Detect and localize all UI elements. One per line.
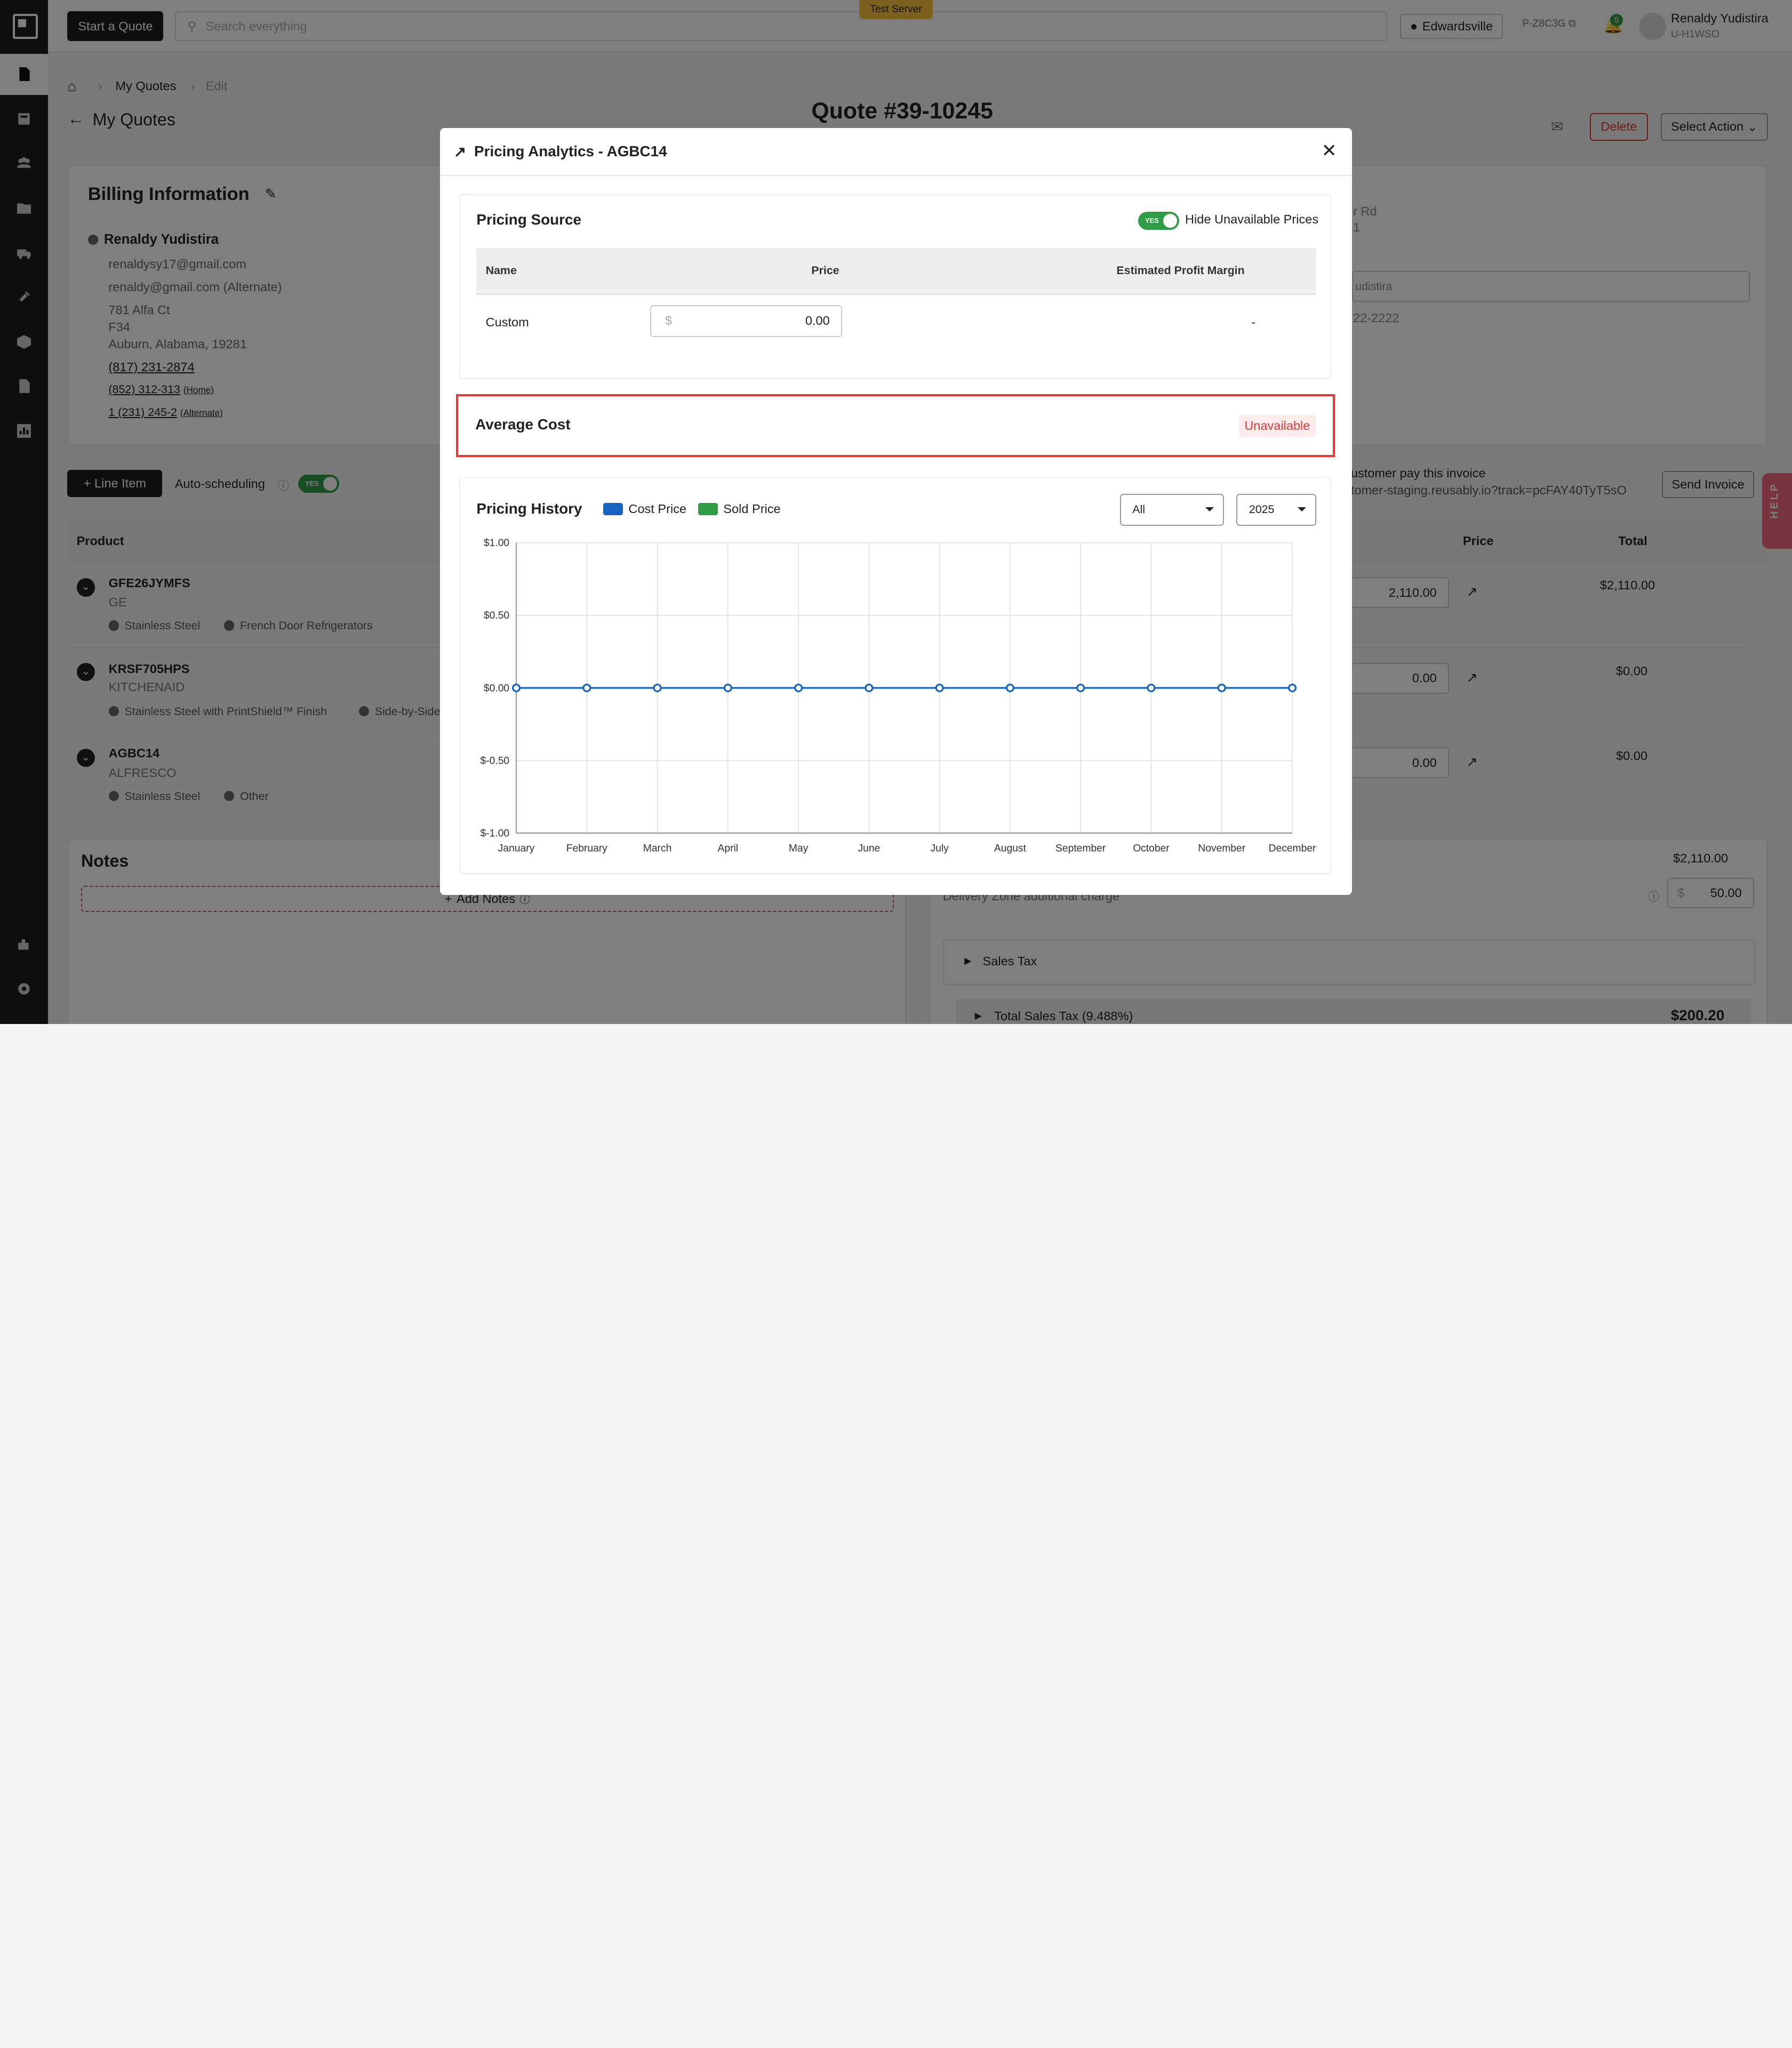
data-point bbox=[512, 683, 521, 692]
average-cost-title: Average Cost bbox=[475, 415, 571, 433]
x-tick-label: April bbox=[718, 843, 739, 854]
x-tick-label: May bbox=[789, 843, 809, 854]
legend-swatch-cost bbox=[603, 502, 623, 516]
pricing-source-section: Pricing Source YES Hide Unavailable Pric… bbox=[459, 194, 1332, 380]
unavailable-badge: Unavailable bbox=[1238, 414, 1316, 438]
source-name: Custom bbox=[485, 315, 529, 330]
x-tick-label: March bbox=[643, 843, 672, 854]
legend-cost-price: Cost Price bbox=[628, 501, 687, 516]
x-tick-label: October bbox=[1133, 843, 1170, 854]
divider bbox=[476, 293, 1317, 295]
hide-unavailable-label: Hide Unavailable Prices bbox=[1185, 212, 1319, 227]
y-tick-label: $1.00 bbox=[484, 538, 509, 549]
y-tick-label: $-0.50 bbox=[481, 755, 510, 766]
profit-margin-value: - bbox=[1251, 315, 1256, 330]
data-point bbox=[724, 683, 733, 692]
y-tick-label: $0.50 bbox=[484, 610, 509, 621]
data-point bbox=[794, 683, 803, 692]
data-point bbox=[1288, 683, 1297, 692]
legend-sold-price: Sold Price bbox=[723, 501, 781, 516]
pricing-history-section: Pricing History Cost Price Sold Price Al… bbox=[459, 476, 1332, 875]
y-tick-label: $-1.00 bbox=[481, 828, 510, 839]
data-point bbox=[582, 683, 591, 692]
col-name: Name bbox=[485, 263, 517, 277]
modal-header: ↗ Pricing Analytics - AGBC14 bbox=[440, 128, 1352, 176]
modal-title: Pricing Analytics - AGBC14 bbox=[474, 143, 667, 159]
x-tick-label: December bbox=[1269, 843, 1316, 854]
average-cost-section: Average Cost Unavailable bbox=[456, 394, 1335, 458]
data-point bbox=[865, 683, 874, 692]
pricing-history-title: Pricing History bbox=[476, 500, 582, 517]
hide-unavailable-toggle[interactable]: YES bbox=[1138, 211, 1180, 230]
x-tick-label: November bbox=[1198, 843, 1246, 854]
legend-swatch-sold bbox=[698, 502, 718, 516]
series-filter-select[interactable]: All bbox=[1119, 493, 1224, 526]
data-point bbox=[653, 683, 662, 692]
y-tick-label: $0.00 bbox=[484, 683, 509, 694]
col-price: Price bbox=[811, 263, 839, 277]
custom-price-input[interactable]: $ 0.00 bbox=[650, 305, 843, 337]
custom-price-value: 0.00 bbox=[805, 314, 830, 328]
year-select[interactable]: 2025 bbox=[1236, 493, 1317, 526]
x-tick-label: September bbox=[1055, 843, 1106, 854]
x-tick-label: January bbox=[498, 843, 535, 854]
data-point bbox=[1006, 683, 1015, 692]
pricing-analytics-modal: ↗ Pricing Analytics - AGBC14 ✕ Pricing S… bbox=[440, 128, 1352, 895]
x-tick-label: July bbox=[931, 843, 949, 854]
data-point bbox=[935, 683, 945, 692]
data-point bbox=[1218, 683, 1227, 692]
x-tick-label: February bbox=[566, 843, 607, 854]
data-point bbox=[1147, 683, 1156, 692]
pricing-history-chart: $1.00 $0.50 $0.00 $-0.50 $-1.00 January Februa… bbox=[481, 538, 1317, 854]
pricing-source-title: Pricing Source bbox=[476, 211, 581, 228]
data-point bbox=[1076, 683, 1085, 692]
x-tick-label: June bbox=[858, 843, 881, 854]
analytics-trend-icon: ↗ bbox=[453, 143, 467, 160]
currency-symbol: $ bbox=[665, 314, 672, 328]
x-tick-label: August bbox=[994, 843, 1027, 854]
close-icon[interactable]: ✕ bbox=[1320, 142, 1338, 160]
col-profit-margin: Estimated Profit Margin bbox=[1116, 263, 1245, 277]
